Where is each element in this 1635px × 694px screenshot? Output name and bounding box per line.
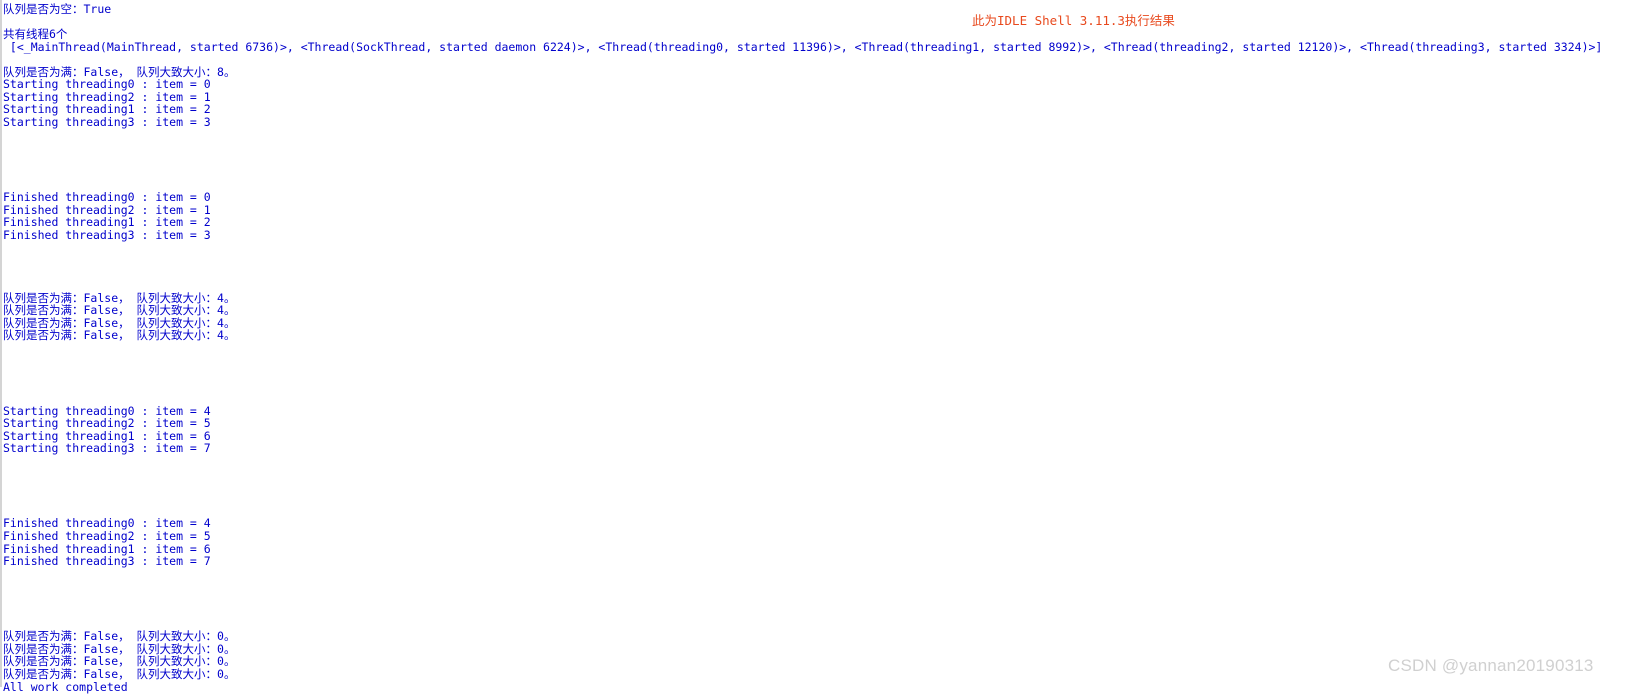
console-line: 队列是否为空：True <box>3 2 112 16</box>
csdn-watermark: CSDN @yannan20190313 <box>1388 656 1594 675</box>
console-line: 共有线程6个 <box>3 27 68 42</box>
console-line: 队列是否为满：False， 队列大致大小：4。 <box>3 290 236 305</box>
console-line: 队列是否为满：False， 队列大致大小：4。 <box>3 328 236 343</box>
console-line: Starting threading0 : item = 0 <box>3 77 211 92</box>
console-line: 队列是否为满：False， 队列大致大小：8。 <box>3 64 236 79</box>
console-line: Finished threading2 : item = 5 <box>3 528 211 543</box>
console-line: Finished threading3 : item = 7 <box>3 554 211 569</box>
console-line: Starting threading1 : item = 2 <box>3 102 211 117</box>
console-line: [<_MainThread(MainThread, started 6736)>… <box>3 39 1603 54</box>
console-line: Finished threading1 : item = 2 <box>3 215 211 230</box>
console-line: Starting threading1 : item = 6 <box>3 428 211 443</box>
console-line: Starting threading2 : item = 1 <box>3 89 211 104</box>
console-line: Starting threading2 : item = 5 <box>3 416 211 431</box>
console-line: Finished threading0 : item = 0 <box>3 190 211 205</box>
console-line: 队列是否为满：False， 队列大致大小：4。 <box>3 303 236 318</box>
console-left-gutter <box>0 0 2 687</box>
console-line: Finished threading0 : item = 4 <box>3 516 211 531</box>
idle-shell-annotation: 此为IDLE Shell 3.11.3执行结果 <box>972 13 1175 28</box>
console-line: Finished threading1 : item = 6 <box>3 541 211 556</box>
console-line: Starting threading0 : item = 4 <box>3 403 211 418</box>
console-line: 队列是否为满：False， 队列大致大小：0。 <box>3 641 236 656</box>
console-line: Finished threading3 : item = 3 <box>3 227 211 242</box>
console-line: Finished threading2 : item = 1 <box>3 202 211 217</box>
console-line: Starting threading3 : item = 3 <box>3 114 211 129</box>
console-line: 队列是否为满：False， 队列大致大小：4。 <box>3 315 236 330</box>
console-line: Starting threading3 : item = 7 <box>3 441 211 456</box>
console-line: 队列是否为满：False， 队列大致大小：0。 <box>3 629 236 644</box>
console-output-area[interactable]: 队列是否为空：True 共有线程6个 [<_MainThread(MainThr… <box>3 2 1635 693</box>
